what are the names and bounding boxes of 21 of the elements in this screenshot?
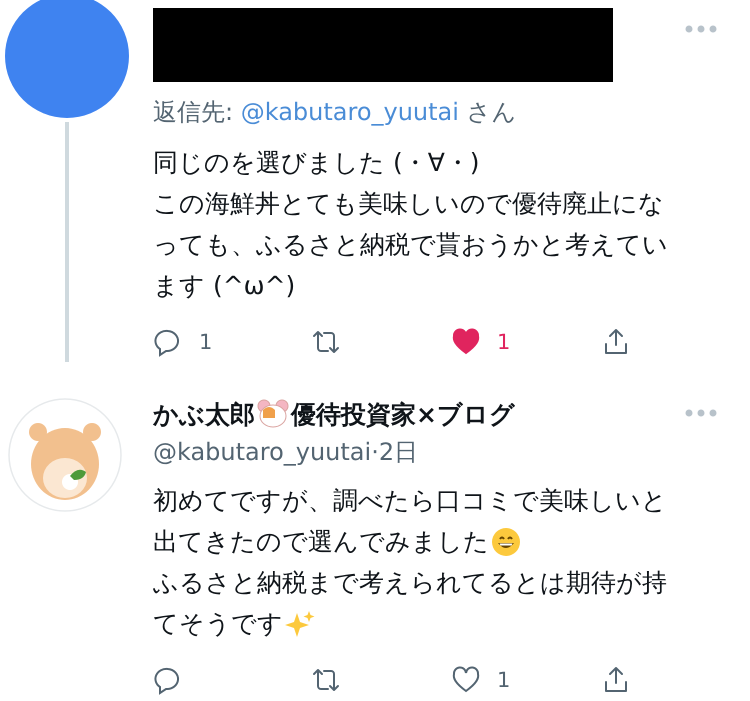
tweet-text-line: ます (^ω^) [153, 270, 296, 302]
reply-count: 1 [199, 330, 212, 354]
hamster-icon [257, 398, 289, 430]
display-name-suffix: 優待投資家×ブログ [291, 398, 515, 430]
grinning-face-icon [491, 526, 521, 556]
mention-link[interactable]: @kabutaro_yuutai [240, 98, 459, 126]
display-name: かぶ太郎 [153, 398, 255, 430]
heart-icon[interactable] [451, 327, 481, 357]
tweet-text-line: ふるさと納税まで考えられてるとは期待が持 [153, 567, 667, 599]
sparkles-icon [285, 608, 315, 638]
tweet-text-line: っても、ふるさと納税で貰おうかと考えてい [153, 229, 668, 261]
reply-to-label: 返信先: @kabutaro_yuutai さん [153, 97, 518, 128]
tweet-text-line: 出てきたので選んでみました [153, 526, 489, 558]
heart-icon[interactable] [451, 665, 481, 695]
user-handle: @kabutaro_yuutai·2日 [153, 437, 420, 468]
tweet-text-line: 初めてですが、調べたら口コミで美味しいと [153, 485, 667, 517]
like-count: 1 [497, 668, 510, 692]
tweet-text-line: この海鮮丼とても美味しいので優待廃止にな [153, 188, 664, 220]
like-count: 1 [497, 330, 510, 354]
tweet-text-line: 同じのを選びました (・∀・) [153, 147, 480, 179]
tweet-text-line: てそうです [153, 608, 283, 640]
